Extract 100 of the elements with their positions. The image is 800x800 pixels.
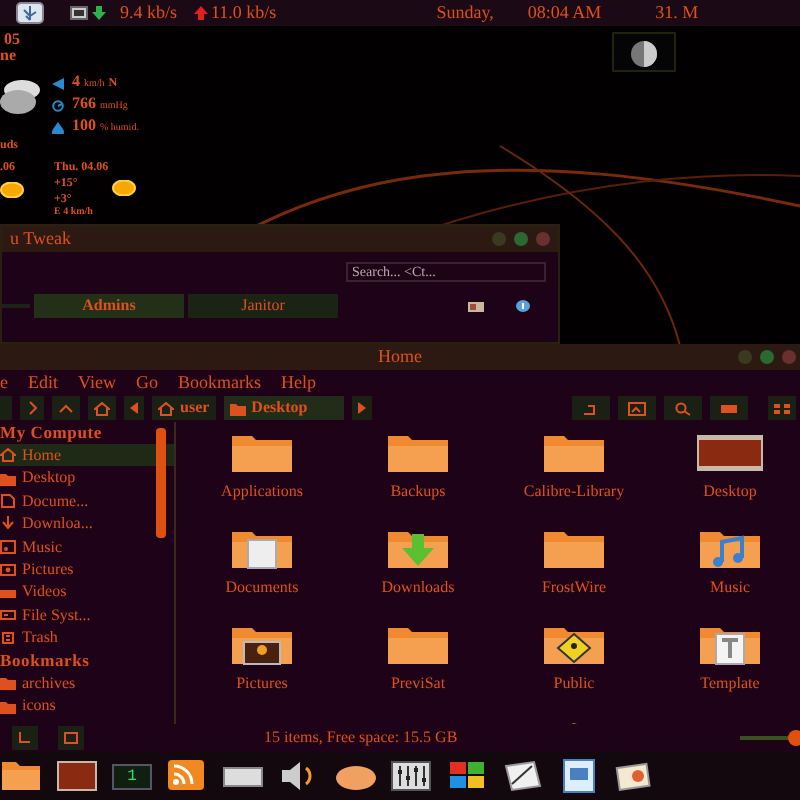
search-icon <box>674 401 692 416</box>
info-icon <box>516 300 530 312</box>
toolbar-button[interactable] <box>618 396 656 421</box>
sidebar-item[interactable]: Pictures <box>0 558 174 581</box>
chevron-up-icon <box>58 402 74 415</box>
folder-icon <box>0 471 16 486</box>
menu-item[interactable]: Go <box>135 370 158 396</box>
status-text: 15 items, Free space: 15.5 GB <box>264 726 458 750</box>
music-icon <box>0 539 16 554</box>
picture-icon <box>0 562 16 577</box>
sidebar-item[interactable]: archives <box>0 672 174 695</box>
menu-item[interactable]: Help <box>280 370 316 396</box>
file-label[interactable]: Public <box>504 673 644 692</box>
file-label[interactable]: Applications <box>192 481 332 500</box>
maximize-button[interactable] <box>760 350 774 364</box>
sidebar-item[interactable]: Docume... <box>0 489 174 513</box>
sidebar-heading: My Compute <box>0 421 104 444</box>
file-label[interactable]: Documents <box>192 577 332 596</box>
drive-icon <box>720 401 738 416</box>
triangle-right-icon <box>357 402 366 415</box>
path-button[interactable]: user <box>152 396 216 421</box>
rss-icon[interactable] <box>166 758 208 794</box>
pencil-paper-icon[interactable] <box>502 758 544 794</box>
path-right-button[interactable] <box>351 396 372 421</box>
path-left-button[interactable] <box>124 396 144 421</box>
panel-icon <box>64 732 78 744</box>
home-button[interactable] <box>88 396 116 421</box>
window-title: Home <box>378 344 422 370</box>
download-icon <box>0 516 16 531</box>
document-icon <box>0 493 16 508</box>
menu-item[interactable]: Bookmarks <box>177 370 261 396</box>
film-strip-icon[interactable] <box>56 758 98 794</box>
toolbar-button[interactable] <box>664 396 702 421</box>
trash-icon <box>0 630 16 645</box>
monitor-icon <box>70 6 88 20</box>
clock-time: 08:04 AM <box>527 0 602 26</box>
file-label[interactable]: PreviSat <box>348 673 488 692</box>
toolbar-button[interactable] <box>710 396 748 421</box>
sidebar-item[interactable]: Home <box>0 443 174 467</box>
home-icon <box>158 401 174 416</box>
sidebar-item[interactable]: Downloa... <box>0 512 174 536</box>
view-button[interactable] <box>768 396 796 421</box>
path-button[interactable]: Desktop <box>223 396 344 421</box>
scrollbar-thumb[interactable] <box>156 427 166 538</box>
drive-icon <box>0 608 16 623</box>
window-title: u Tweak <box>10 226 71 252</box>
sidebar-item[interactable]: Trash <box>0 626 174 650</box>
folder-icon[interactable] <box>0 758 42 794</box>
wind-arrow-icon <box>52 77 64 89</box>
video-icon <box>0 585 16 600</box>
upload-speed: 11.0 kb/s <box>211 0 277 26</box>
file-label[interactable]: Pictures <box>192 673 332 692</box>
home-icon <box>94 401 110 416</box>
sidebar-heading: Bookmarks <box>0 649 92 673</box>
sidebar-item[interactable]: Desktop <box>0 466 174 490</box>
photos-icon[interactable] <box>614 758 656 794</box>
sidebar-toggle-button[interactable] <box>12 726 38 750</box>
up-arrow-icon <box>193 6 208 20</box>
chevron-right-icon <box>26 400 38 417</box>
sidebar-item[interactable]: Videos <box>0 580 174 604</box>
file-label[interactable]: Backups <box>348 481 488 500</box>
toolbar-button[interactable] <box>572 396 610 421</box>
tab[interactable]: Admins <box>34 294 184 318</box>
workspace-switcher[interactable]: 1 <box>112 763 152 789</box>
file-label[interactable]: Calibre-Library <box>504 481 644 500</box>
download-speed: 9.4 kb/s <box>120 0 178 26</box>
maximize-button[interactable] <box>514 232 528 246</box>
sidebar-item[interactable]: File Syst... <box>0 603 174 627</box>
menu-item[interactable]: e <box>0 370 8 396</box>
drop-icon <box>52 121 64 133</box>
date-label: 31. M <box>655 0 699 26</box>
grid-icon <box>774 401 790 416</box>
four-squares-icon[interactable] <box>446 758 488 794</box>
file-label[interactable]: Template <box>660 673 800 692</box>
up-button[interactable] <box>52 396 80 421</box>
home-icon <box>0 448 16 463</box>
extra-pane-button[interactable] <box>58 726 84 750</box>
weather-date: 05 <box>4 32 22 48</box>
gauge-icon <box>52 99 64 111</box>
image-view-icon <box>628 401 646 416</box>
film-strip-icon <box>696 429 764 474</box>
file-label[interactable]: Desktop <box>660 481 800 500</box>
mixer-icon[interactable] <box>390 758 432 794</box>
down-arrow-icon <box>92 6 106 20</box>
weather-location: ne <box>0 48 18 64</box>
forward-button[interactable] <box>20 396 44 421</box>
sidebar-item[interactable]: Music <box>0 535 174 558</box>
file-label[interactable]: Downloads <box>348 577 488 596</box>
file-label[interactable]: FrostWire <box>504 577 644 596</box>
menu-item[interactable]: Edit <box>28 370 58 396</box>
menu-item[interactable]: View <box>78 370 116 396</box>
moon-drawing <box>630 40 658 68</box>
zoom-slider-thumb[interactable] <box>787 730 800 746</box>
triangle-left-icon <box>130 402 138 415</box>
sun-icon <box>112 180 137 196</box>
tab[interactable]: Janitor <box>188 294 338 318</box>
day-label: Sunday, <box>436 0 494 26</box>
file-label[interactable]: Music <box>660 577 800 596</box>
sidebar-item[interactable]: icons <box>0 694 174 718</box>
presentation-icon[interactable] <box>558 758 600 794</box>
